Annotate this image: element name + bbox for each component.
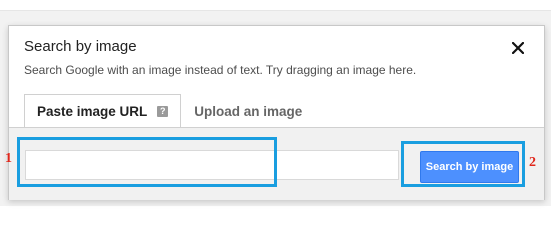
image-url-input[interactable] — [25, 150, 399, 180]
tab-paste-image-url[interactable]: Paste image URL ? — [24, 94, 182, 127]
dialog-title: Search by image — [24, 38, 137, 55]
top-bar — [0, 0, 551, 11]
tab-label: Upload an image — [194, 104, 303, 119]
tab-label: Paste image URL — [37, 103, 148, 119]
annotation-marker-2: 2 — [529, 155, 536, 170]
annotation-marker-1: 1 — [5, 151, 12, 166]
tab-upload-an-image[interactable]: Upload an image — [181, 96, 315, 127]
close-icon — [512, 42, 524, 54]
page: Search by image Search Google with an im… — [0, 0, 551, 206]
search-by-image-dialog: Search by image Search Google with an im… — [8, 25, 545, 200]
help-icon[interactable]: ? — [157, 105, 169, 117]
close-button[interactable] — [508, 38, 528, 58]
dialog-subtitle: Search Google with an image instead of t… — [24, 63, 417, 77]
search-by-image-button[interactable]: Search by image — [420, 151, 519, 183]
tab-bar: Paste image URL ? Upload an image — [24, 94, 315, 127]
paste-url-panel: Search by image — [9, 127, 544, 200]
